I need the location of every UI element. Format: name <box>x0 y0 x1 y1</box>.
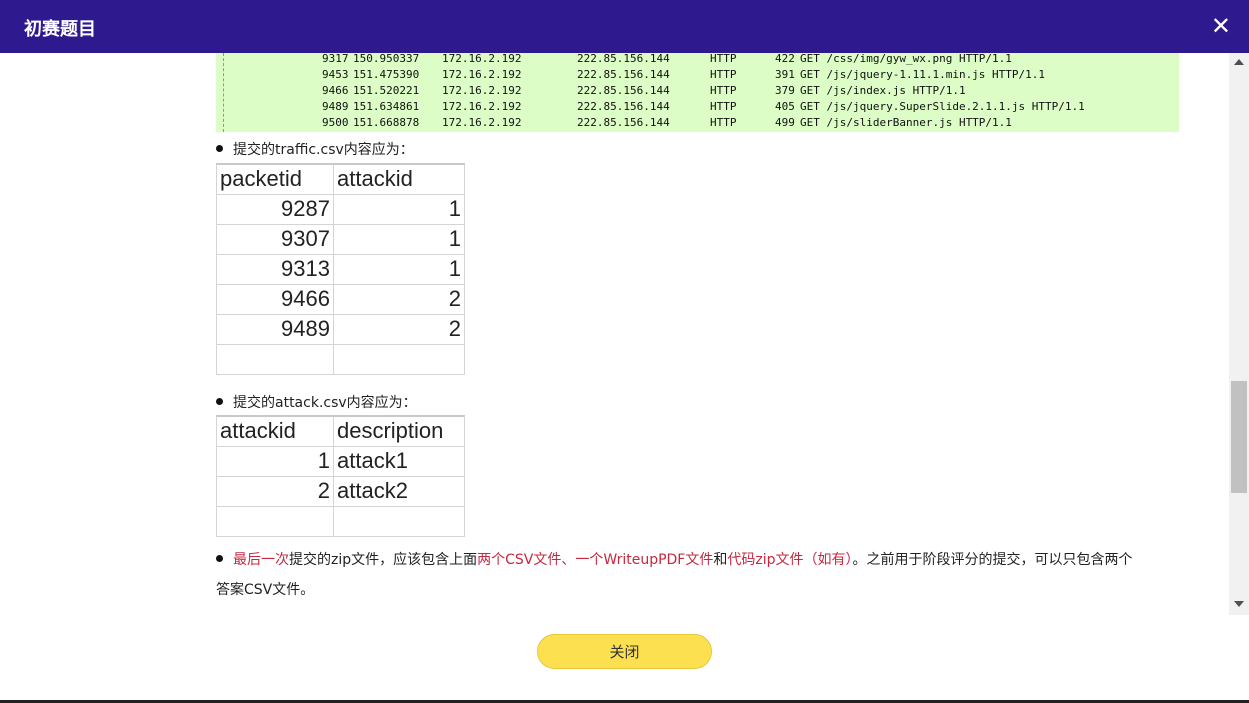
table-row: 9313 1 <box>216 253 465 285</box>
bullet-dot <box>216 145 223 152</box>
table-cell: 1 <box>333 253 465 285</box>
table-row-empty <box>216 505 465 537</box>
vertical-scrollbar[interactable] <box>1229 53 1249 615</box>
final-note-highlight: 最后一次 <box>233 552 289 568</box>
bullet-dot <box>216 398 223 405</box>
table-header-cell: attackid <box>333 163 465 195</box>
pcap-row: 9453 151.475390 172.16.2.192 222.85.156.144… <box>322 68 1046 81</box>
table-header-cell: attackid <box>216 415 334 447</box>
table-cell: attack2 <box>333 475 465 507</box>
table-row: 9287 1 <box>216 193 465 225</box>
table-cell: 1 <box>333 193 465 225</box>
table-row: 9489 2 <box>216 313 465 345</box>
final-note-text: 提交的zip文件，应该包含上面 <box>289 552 478 568</box>
table-cell: 1 <box>333 223 465 255</box>
table-cell: 2 <box>216 475 334 507</box>
dialog-footer: 关闭 <box>0 615 1249 703</box>
close-icon[interactable]: ✕ <box>1211 13 1231 39</box>
table-cell: 9307 <box>216 223 334 255</box>
traffic-csv-label: 提交的traffic.csv内容应为： <box>233 142 414 158</box>
dialog-content[interactable]: 9317 150.950337 172.16.2.192 222.85.156.144… <box>0 53 1229 615</box>
final-note-line2: 答案CSV文件。 <box>216 582 315 598</box>
table-row: 1 attack1 <box>216 445 465 477</box>
table-cell: 9466 <box>216 283 334 315</box>
close-button[interactable]: 关闭 <box>537 634 712 669</box>
attack-csv-table: attackid description 1 attack1 2 attack2 <box>216 415 465 537</box>
pcap-row: 9317 150.950337 172.16.2.192 222.85.156.144… <box>322 53 1012 65</box>
table-row-empty <box>216 343 465 375</box>
table-header-row: packetid attackid <box>216 163 465 195</box>
dialog-title: 初赛题目 <box>24 19 96 40</box>
pcap-row: 9466 151.520221 172.16.2.192 222.85.156.144… <box>322 84 966 97</box>
attack-csv-label: 提交的attack.csv内容应为： <box>233 395 417 411</box>
table-cell <box>216 505 334 537</box>
table-header-cell: description <box>333 415 465 447</box>
traffic-csv-bullet: 提交的traffic.csv内容应为： <box>216 139 414 159</box>
scroll-down-icon[interactable] <box>1234 601 1244 607</box>
table-cell: 2 <box>333 283 465 315</box>
pcap-screenshot: 9317 150.950337 172.16.2.192 222.85.156.144… <box>216 53 1179 132</box>
table-row: 9307 1 <box>216 223 465 255</box>
scrollbar-thumb[interactable] <box>1231 381 1247 493</box>
scroll-up-icon[interactable] <box>1234 59 1244 65</box>
attack-csv-bullet: 提交的attack.csv内容应为： <box>216 392 417 412</box>
pcap-row: 9489 151.634861 172.16.2.192 222.85.156.144… <box>322 100 1085 113</box>
table-cell <box>333 505 465 537</box>
table-header-cell: packetid <box>216 163 334 195</box>
table-cell: 9287 <box>216 193 334 225</box>
table-cell <box>333 343 465 375</box>
table-row: 9466 2 <box>216 283 465 315</box>
table-cell: attack1 <box>333 445 465 477</box>
table-cell <box>216 343 334 375</box>
final-note-highlight: 代码zip文件（如有） <box>727 552 853 568</box>
table-row: 2 attack2 <box>216 475 465 507</box>
final-note-bullet: 最后一次提交的zip文件，应该包含上面两个CSV文件、一个WriteupPDF文… <box>216 550 1133 570</box>
final-note-highlight: 两个CSV文件、一个WriteupPDF文件 <box>477 552 714 568</box>
dialog-header: 初赛题目 ✕ <box>0 0 1249 53</box>
final-note-text: 和 <box>713 552 728 568</box>
traffic-csv-table: packetid attackid 9287 1 9307 1 9313 1 9… <box>216 163 465 375</box>
table-header-row: attackid description <box>216 415 465 447</box>
table-cell: 9489 <box>216 313 334 345</box>
table-cell: 9313 <box>216 253 334 285</box>
table-cell: 1 <box>216 445 334 477</box>
pcap-row: 9500 151.668878 172.16.2.192 222.85.156.144… <box>322 116 1012 129</box>
final-note-text: 。之前用于阶段评分的提交，可以只包含两个 <box>852 552 1133 568</box>
table-cell: 2 <box>333 313 465 345</box>
bullet-dot <box>216 555 223 562</box>
